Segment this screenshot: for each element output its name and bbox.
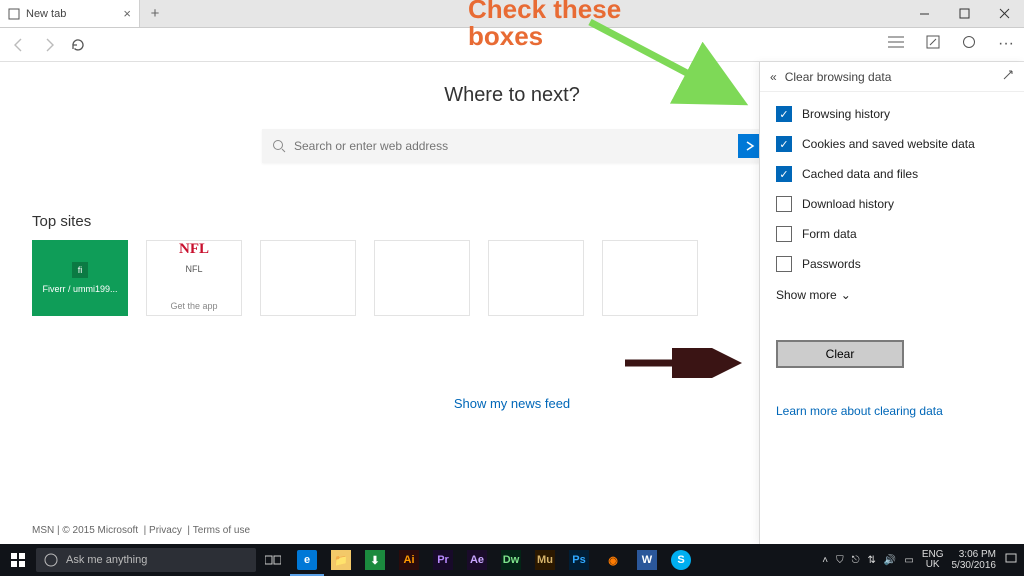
taskbar-apps: e 📁 ⬇ Ai Pr Ae Dw Mu Ps ◉ W S xyxy=(256,544,698,576)
taskbar-app-skype[interactable]: S xyxy=(664,544,698,576)
checkbox-row-download-history[interactable]: Download history xyxy=(776,196,1008,212)
checkbox-icon[interactable] xyxy=(776,256,792,272)
fiverr-icon: fi xyxy=(72,262,88,278)
checkbox-label: Browsing history xyxy=(802,107,890,121)
tile-empty[interactable] xyxy=(602,240,698,316)
volume-icon[interactable]: 🔊 xyxy=(884,555,896,566)
back-button[interactable] xyxy=(10,36,28,54)
clear-browsing-data-panel: « Clear browsing data ✓ Browsing history … xyxy=(759,62,1024,544)
checkbox-row-browsing-history[interactable]: ✓ Browsing history xyxy=(776,106,1008,122)
annotation-text: Check these boxes xyxy=(468,0,621,51)
tab-label: New tab xyxy=(26,8,66,20)
footer-link-privacy[interactable]: Privacy xyxy=(149,525,182,536)
page-icon xyxy=(8,8,20,20)
task-view-icon[interactable] xyxy=(256,544,290,576)
tile-empty[interactable] xyxy=(488,240,584,316)
tray-clock[interactable]: 3:06 PM 5/30/2016 xyxy=(952,549,997,571)
taskbar-app-edge[interactable]: e xyxy=(290,544,324,576)
tray-icon[interactable]: ⛉ xyxy=(836,555,844,566)
chevron-down-icon: ⌄ xyxy=(841,288,851,302)
checkbox-label: Cached data and files xyxy=(802,167,918,181)
tile-label: NFL xyxy=(185,264,202,274)
windows-taskbar: Ask me anything e 📁 ⬇ Ai Pr Ae Dw Mu Ps … xyxy=(0,544,1024,576)
system-tray: ˄ ⛉ ⎋ ⇅ 🔊 ▭ ENG UK 3:06 PM 5/30/2016 xyxy=(822,549,1024,571)
tray-lang[interactable]: ENG UK xyxy=(922,550,944,570)
checkbox-label: Passwords xyxy=(802,257,861,271)
tile-label: Fiverr / ummi199... xyxy=(42,284,117,294)
start-button[interactable] xyxy=(0,553,36,567)
checkbox-row-passwords[interactable]: Passwords xyxy=(776,256,1008,272)
taskbar-app-explorer[interactable]: 📁 xyxy=(324,544,358,576)
nfl-icon: NFL xyxy=(179,241,209,258)
checkbox-row-cookies[interactable]: ✓ Cookies and saved website data xyxy=(776,136,1008,152)
taskbar-app-dw[interactable]: Dw xyxy=(494,544,528,576)
cortana-search[interactable]: Ask me anything xyxy=(36,548,256,572)
cortana-icon xyxy=(44,553,58,567)
tile-nfl[interactable]: NFL NFL Get the app xyxy=(146,240,242,316)
taskbar-app-word[interactable]: W xyxy=(630,544,664,576)
tile-fiverr[interactable]: fi Fiverr / ummi199... xyxy=(32,240,128,316)
browser-tab[interactable]: New tab × xyxy=(0,0,140,27)
search-bar[interactable] xyxy=(262,129,762,163)
checkbox-label: Download history xyxy=(802,197,894,211)
taskbar-app-store[interactable]: ⬇ xyxy=(358,544,392,576)
maximize-button[interactable] xyxy=(944,0,984,27)
tray-icon[interactable]: ⎋ xyxy=(852,555,860,566)
wifi-icon[interactable]: ⇅ xyxy=(868,555,876,566)
footer-link-terms[interactable]: Terms of use xyxy=(193,525,250,536)
cortana-placeholder: Ask me anything xyxy=(66,554,147,566)
page-footer: MSN | © 2015 Microsoft | Privacy | Terms… xyxy=(32,525,250,536)
new-tab-button[interactable]: + xyxy=(140,0,170,27)
search-input[interactable] xyxy=(294,139,730,153)
checkbox-label: Cookies and saved website data xyxy=(802,137,975,151)
pin-icon[interactable] xyxy=(1002,69,1014,84)
checkbox-icon[interactable] xyxy=(776,196,792,212)
annotation-line2: boxes xyxy=(468,21,543,51)
tile-sublabel: Get the app xyxy=(170,301,217,311)
panel-body: ✓ Browsing history ✓ Cookies and saved web… xyxy=(760,92,1024,432)
tile-empty[interactable] xyxy=(374,240,470,316)
checkbox-icon[interactable] xyxy=(776,226,792,242)
checkbox-icon[interactable]: ✓ xyxy=(776,106,792,122)
minimize-button[interactable] xyxy=(904,0,944,27)
footer-text: MSN | © 2015 Microsoft xyxy=(32,525,138,536)
show-more-label: Show more xyxy=(776,288,837,302)
refresh-button[interactable] xyxy=(70,37,86,53)
tray-date: 5/30/2016 xyxy=(952,560,997,571)
show-more-link[interactable]: Show more ⌄ xyxy=(776,288,1008,302)
close-window-button[interactable] xyxy=(984,0,1024,27)
hub-icon[interactable] xyxy=(888,35,904,54)
window-controls xyxy=(904,0,1024,27)
search-icon xyxy=(272,139,286,153)
tile-empty[interactable] xyxy=(260,240,356,316)
taskbar-app-pr[interactable]: Pr xyxy=(426,544,460,576)
taskbar-app-ae[interactable]: Ae xyxy=(460,544,494,576)
clear-button[interactable]: Clear xyxy=(776,340,904,368)
webnote-icon[interactable] xyxy=(926,35,940,54)
taskbar-app-ai[interactable]: Ai xyxy=(392,544,426,576)
action-center-icon[interactable] xyxy=(1004,552,1018,569)
annotation-arrow-dark xyxy=(620,348,750,378)
forward-button[interactable] xyxy=(40,36,58,54)
tray-time: 3:06 PM xyxy=(959,549,996,560)
taskbar-app-firefox[interactable]: ◉ xyxy=(596,544,630,576)
panel-back-icon[interactable]: « xyxy=(770,70,777,84)
taskbar-app-mu[interactable]: Mu xyxy=(528,544,562,576)
panel-header: « Clear browsing data xyxy=(760,62,1024,92)
taskbar-app-ps[interactable]: Ps xyxy=(562,544,596,576)
share-icon[interactable] xyxy=(962,35,976,54)
checkbox-row-cache[interactable]: ✓ Cached data and files xyxy=(776,166,1008,182)
learn-more-link[interactable]: Learn more about clearing data xyxy=(776,404,1008,418)
more-icon[interactable]: ··· xyxy=(998,35,1014,54)
checkbox-label: Form data xyxy=(802,227,857,241)
checkbox-icon[interactable]: ✓ xyxy=(776,136,792,152)
battery-icon[interactable]: ▭ xyxy=(904,555,913,566)
panel-title: Clear browsing data xyxy=(785,70,892,84)
tab-close-icon[interactable]: × xyxy=(123,6,131,21)
checkbox-icon[interactable]: ✓ xyxy=(776,166,792,182)
tray-up-icon[interactable]: ˄ xyxy=(822,555,828,566)
checkbox-row-form-data[interactable]: Form data xyxy=(776,226,1008,242)
